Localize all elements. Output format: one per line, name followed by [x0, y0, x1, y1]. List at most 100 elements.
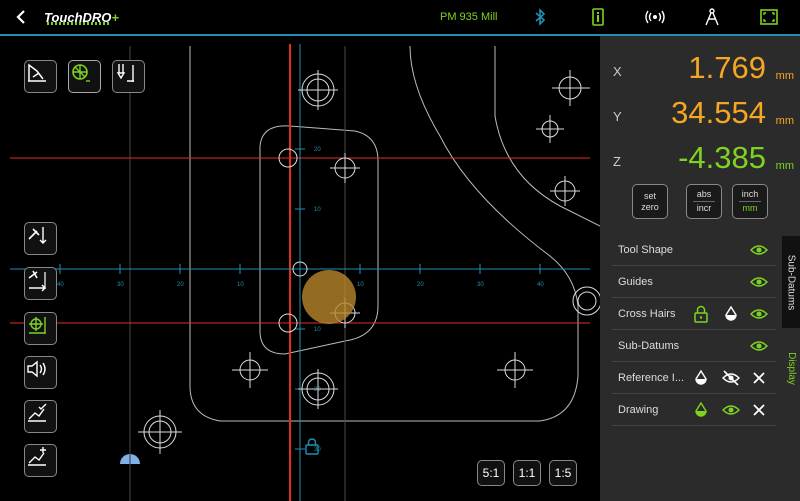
zoom-5-1-button[interactable]: 5:1 — [477, 460, 505, 486]
hole-marker — [536, 115, 564, 143]
layer-label: Guides — [618, 275, 653, 288]
scale-label: 40 — [57, 282, 64, 288]
tab-display[interactable]: Display — [782, 328, 800, 408]
abs-incr-toggle[interactable]: abs incr — [686, 184, 722, 219]
close-icon[interactable] — [750, 401, 768, 419]
readout-panel: X 1.769 mm Y 34.554 mm Z -4.385 mm set z… — [600, 36, 800, 501]
z-axis-unit: mm — [775, 160, 794, 172]
x-axis-readout[interactable]: X 1.769 mm — [600, 46, 800, 92]
compass-icon[interactable] — [702, 0, 722, 34]
hole-marker — [552, 70, 590, 106]
top-bar: TouchDRO + PM 935 Mill — [0, 0, 800, 36]
x-axis-unit: mm — [775, 70, 794, 82]
y-axis-value: 34.554 — [671, 95, 766, 130]
scale-label: 30 — [117, 282, 124, 288]
probe-y-button[interactable] — [24, 222, 57, 255]
tab-display-label: Display — [785, 351, 797, 385]
y-axis-readout[interactable]: Y 34.554 mm — [600, 91, 800, 137]
eye-off-icon[interactable] — [722, 369, 740, 387]
x-axis-value: 1.769 — [688, 50, 766, 85]
layer-row-drawing[interactable]: Drawing — [612, 394, 776, 426]
probe-x-icon — [28, 270, 46, 292]
y-axis-unit: mm — [775, 115, 794, 127]
z-axis-label: Z — [613, 154, 621, 169]
scale-label: 10 — [314, 327, 321, 333]
layer-label: Drawing — [618, 403, 659, 416]
check-drawing-button[interactable] — [24, 400, 57, 433]
x-axis-label: X — [613, 64, 622, 79]
layer-label: Tool Shape — [618, 243, 674, 256]
fill-icon[interactable] — [692, 401, 710, 419]
eye-icon[interactable] — [750, 273, 768, 291]
drawing-canvas[interactable]: 20 10 10 20 30 40 30 20 10 10 20 30 40 5… — [0, 36, 600, 501]
scale-label: 20 — [177, 282, 184, 288]
tool-offset-icon — [116, 64, 134, 82]
mm-label: mm — [742, 203, 758, 213]
inch-label: inch — [741, 189, 759, 199]
scale-label: 20 — [417, 282, 424, 288]
sound-button[interactable] — [24, 356, 57, 389]
back-arrow-icon[interactable] — [10, 0, 32, 34]
layer-row-sub-datums[interactable]: Sub-Datums — [612, 330, 776, 362]
eye-icon[interactable] — [750, 305, 768, 323]
eye-icon[interactable] — [750, 241, 768, 259]
set-zero-button[interactable]: set zero — [632, 184, 668, 219]
hole-marker — [550, 176, 580, 206]
scale-label: 30 — [477, 282, 484, 288]
scale-label: 40 — [537, 282, 544, 288]
tab-sub-datums-label: Sub-Datums — [785, 254, 797, 310]
layer-row-cross-hairs[interactable]: Cross Hairs — [612, 298, 776, 330]
add-drawing-icon — [28, 447, 46, 466]
layout-tool-button[interactable] — [24, 60, 57, 93]
layer-row-guides[interactable]: Guides — [612, 266, 776, 298]
canvas-svg: 20 10 10 20 30 40 30 20 10 10 20 30 40 — [10, 44, 600, 501]
abs-label: abs — [696, 189, 712, 199]
hole-marker — [298, 369, 338, 409]
scale-label: 20 — [314, 147, 321, 153]
machine-name[interactable]: PM 935 Mill — [440, 0, 497, 34]
eye-icon[interactable] — [750, 337, 768, 355]
probe-center-button[interactable] — [24, 312, 57, 345]
eye-icon[interactable] — [722, 401, 740, 419]
scale-label: 10 — [314, 207, 321, 213]
layers-list: Tool Shape Guides Cross Hairs Sub-Datums… — [612, 234, 776, 426]
broadcast-icon[interactable] — [644, 0, 666, 34]
zoom-1-1-button[interactable]: 1:1 — [513, 460, 541, 486]
lock-icon[interactable] — [692, 305, 710, 323]
logo-underline — [47, 22, 109, 25]
part-outline — [189, 45, 579, 422]
close-icon[interactable] — [750, 369, 768, 387]
layout-icon — [28, 63, 46, 82]
bolt-circle-icon — [72, 64, 90, 82]
hole-marker — [298, 70, 338, 110]
hole-marker — [497, 352, 533, 388]
fill-icon[interactable] — [692, 369, 710, 387]
origin-marker — [120, 454, 140, 464]
layer-row-tool-shape[interactable]: Tool Shape — [612, 234, 776, 266]
tool-offset-button[interactable] — [112, 60, 145, 93]
logo-plus: + — [111, 9, 119, 25]
check-drawing-icon — [28, 403, 47, 422]
zoom-1-5-button[interactable]: 1:5 — [549, 460, 577, 486]
inch-mm-toggle[interactable]: inch mm — [732, 184, 768, 219]
fill-icon[interactable] — [722, 305, 740, 323]
app-logo: TouchDRO + — [44, 0, 119, 34]
y-axis-label: Y — [613, 109, 622, 124]
scale-label: 10 — [357, 282, 364, 288]
bolt-circle-tool-button[interactable] — [68, 60, 101, 93]
info-icon[interactable] — [588, 0, 608, 34]
probe-x-button[interactable] — [24, 267, 57, 300]
layer-row-reference-image[interactable]: Reference I... — [612, 362, 776, 394]
probe-center-icon — [29, 317, 46, 334]
z-axis-value: -4.385 — [678, 140, 766, 175]
add-drawing-button[interactable] — [24, 444, 57, 477]
fullscreen-icon[interactable] — [758, 0, 780, 34]
side-tabs: Sub-Datums Display — [782, 236, 800, 501]
z-axis-readout[interactable]: Z -4.385 mm — [600, 136, 800, 182]
hole-marker — [138, 410, 182, 454]
speaker-icon — [27, 360, 46, 378]
bluetooth-icon[interactable] — [530, 0, 550, 34]
incr-label: incr — [696, 203, 712, 213]
set-zero-bottom-label: zero — [641, 201, 659, 212]
tab-sub-datums[interactable]: Sub-Datums — [782, 236, 800, 328]
